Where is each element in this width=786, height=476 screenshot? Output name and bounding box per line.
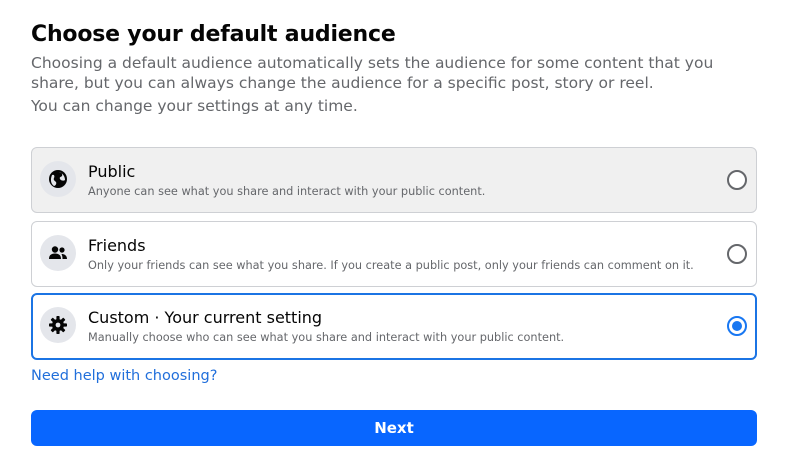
next-button[interactable]: Next [31, 410, 757, 446]
option-custom[interactable]: Custom · Your current setting Manually c… [31, 293, 757, 360]
option-description: Anyone can see what you share and intera… [88, 185, 486, 198]
radio-public[interactable] [727, 170, 747, 190]
friends-icon [40, 235, 76, 271]
option-description: Manually choose who can see what you sha… [88, 331, 565, 344]
option-label: Friends [88, 236, 146, 255]
gear-icon [40, 307, 76, 343]
option-friends[interactable]: Friends Only your friends can see what y… [31, 221, 757, 287]
settings-note: You can change your settings at any time… [31, 97, 358, 115]
option-description: Only your friends can see what you share… [88, 259, 694, 272]
option-label: Public [88, 162, 136, 181]
option-label: Custom · Your current setting [88, 308, 323, 327]
radio-custom-selected[interactable] [727, 316, 747, 336]
radio-friends[interactable] [727, 244, 747, 264]
radio-dot [732, 321, 742, 331]
help-link[interactable]: Need help with choosing? [31, 368, 217, 384]
globe-icon [40, 161, 76, 197]
option-public[interactable]: Public Anyone can see what you share and… [31, 147, 757, 213]
description: Choosing a default audience automaticall… [31, 54, 714, 92]
audience-dialog: Choose your default audience Choosing a … [0, 0, 786, 476]
page-title: Choose your default audience [31, 22, 396, 47]
